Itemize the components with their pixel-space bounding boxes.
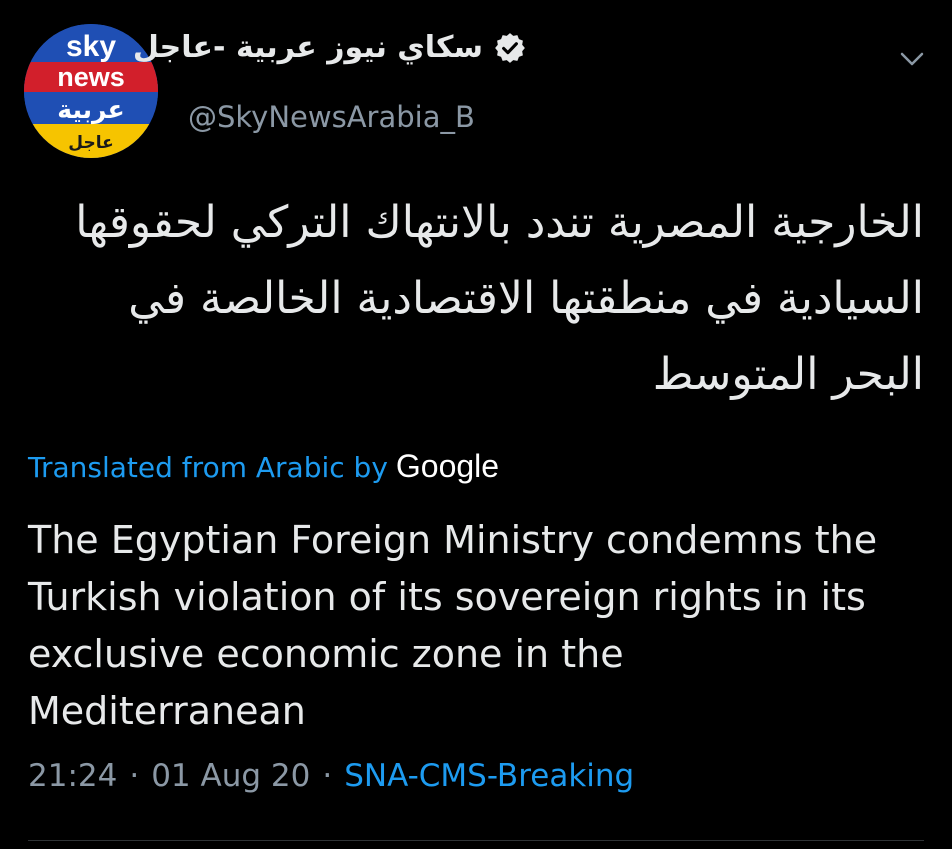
google-logo: Google [395,448,500,484]
translated-label[interactable]: Translated from Arabic by [28,451,388,484]
chevron-down-icon[interactable] [897,44,927,74]
tweet-text-translated: The Egyptian Foreign Ministry condemns t… [28,518,878,733]
account-name-row[interactable]: سكاي نيوز عربية -عاجل [133,30,527,65]
avatar-line4: عاجل [68,133,113,153]
account-handle[interactable]: @SkyNewsArabia_B [188,100,475,134]
tweet-meta: 21:24 · 01 Aug 20 · SNA-CMS-Breaking [28,758,634,794]
meta-separator: · [129,758,140,794]
tweet-text-arabic: الخارجية المصرية تندد بالانتهاك التركي ل… [75,197,924,400]
tweet[interactable]: sky news عربية عاجل سكاي نيوز عربية -عاج… [0,0,952,849]
tweet-source-link[interactable]: SNA-CMS-Breaking [344,758,634,794]
translation-attribution[interactable]: Translated from Arabic by Google [28,448,499,485]
verified-badge-icon [495,32,525,63]
tweet-date[interactable]: 01 Aug 20 [151,758,310,794]
tweet-time[interactable]: 21:24 [28,758,117,794]
divider [28,840,924,841]
meta-separator: · [322,758,333,794]
avatar-line2: news [57,62,125,92]
avatar-line1: sky [66,30,116,63]
avatar-line3: عربية [57,95,124,125]
display-name[interactable]: سكاي نيوز عربية -عاجل [133,30,483,65]
